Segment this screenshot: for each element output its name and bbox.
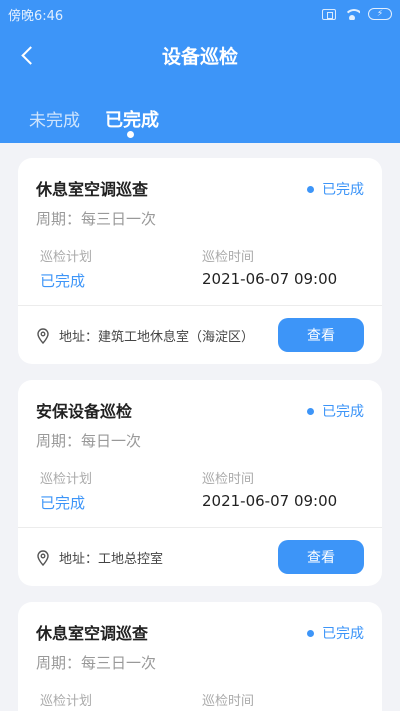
- inspection-card[interactable]: 休息室空调巡查 已完成 周期：每三日一次 巡检计划 巡检时间: [18, 602, 382, 711]
- location-pin-icon: [37, 327, 49, 344]
- inspection-card[interactable]: 安保设备巡检 已完成 周期：每日一次 巡检计划 巡检时间 已完成 2021-06…: [18, 380, 382, 586]
- header-bar: 傍晚6:46 ⚡ 设备巡检 未完成 已完成: [0, 0, 400, 143]
- card-divider: [18, 527, 382, 528]
- plan-label: 巡检计划: [40, 694, 93, 709]
- status-badge: 已完成: [307, 179, 364, 199]
- status-icons: ⚡: [322, 8, 392, 20]
- status-text: 已完成: [322, 182, 364, 198]
- status-badge: 已完成: [307, 623, 364, 643]
- status-badge: 已完成: [307, 401, 364, 421]
- inspection-card[interactable]: 休息室空调巡查 已完成 周期：每三日一次 巡检计划 巡检时间 已完成 2021-…: [18, 158, 382, 364]
- status-text: 已完成: [322, 404, 364, 420]
- tab-completed[interactable]: 已完成: [105, 106, 159, 132]
- time-label: 巡检时间: [202, 250, 255, 265]
- status-bar: 傍晚6:46 ⚡: [0, 0, 400, 28]
- wifi-icon: [344, 8, 360, 20]
- view-button[interactable]: 查看: [278, 540, 364, 574]
- tab-incomplete[interactable]: 未完成: [29, 106, 80, 131]
- nav-bar: 设备巡检: [0, 30, 400, 82]
- card-title: 休息室空调巡查: [36, 180, 149, 199]
- status-dot-icon: [307, 185, 314, 193]
- battery-charging-icon: ⚡: [368, 8, 392, 20]
- status-time: 傍晚6:46: [8, 8, 64, 24]
- status-dot-icon: [307, 407, 314, 415]
- plan-value: 已完成: [40, 272, 86, 290]
- sim-card-icon: [322, 8, 336, 20]
- address-row: 地址：工地总控室: [36, 548, 163, 567]
- card-period: 周期：每三日一次: [36, 654, 157, 672]
- plan-label: 巡检计划: [40, 250, 93, 265]
- time-value: 2021-06-07 09:00: [202, 270, 338, 288]
- view-button[interactable]: 查看: [278, 318, 364, 352]
- time-label: 巡检时间: [202, 694, 255, 709]
- location-pin-icon: [37, 549, 49, 566]
- card-period: 周期：每日一次: [36, 432, 142, 450]
- tab-bar: 未完成 已完成: [0, 100, 400, 140]
- address-row: 地址：建筑工地休息室（海淀区）: [36, 326, 254, 345]
- active-tab-indicator: [127, 131, 134, 138]
- battery-bolt-icon: ⚡: [376, 8, 384, 19]
- address-text: 地址：建筑工地休息室（海淀区）: [59, 330, 255, 345]
- status-dot-icon: [307, 629, 314, 637]
- page-title: 设备巡检: [161, 46, 238, 68]
- card-title: 安保设备巡检: [36, 402, 133, 421]
- address-text: 地址：工地总控室: [59, 552, 164, 567]
- card-title: 休息室空调巡查: [36, 624, 149, 643]
- plan-value: 已完成: [40, 494, 86, 512]
- time-value: 2021-06-07 09:00: [202, 492, 338, 510]
- card-divider: [18, 305, 382, 306]
- card-period: 周期：每三日一次: [36, 210, 157, 228]
- status-text: 已完成: [322, 626, 364, 642]
- time-label: 巡检时间: [202, 472, 255, 487]
- plan-label: 巡检计划: [40, 472, 93, 487]
